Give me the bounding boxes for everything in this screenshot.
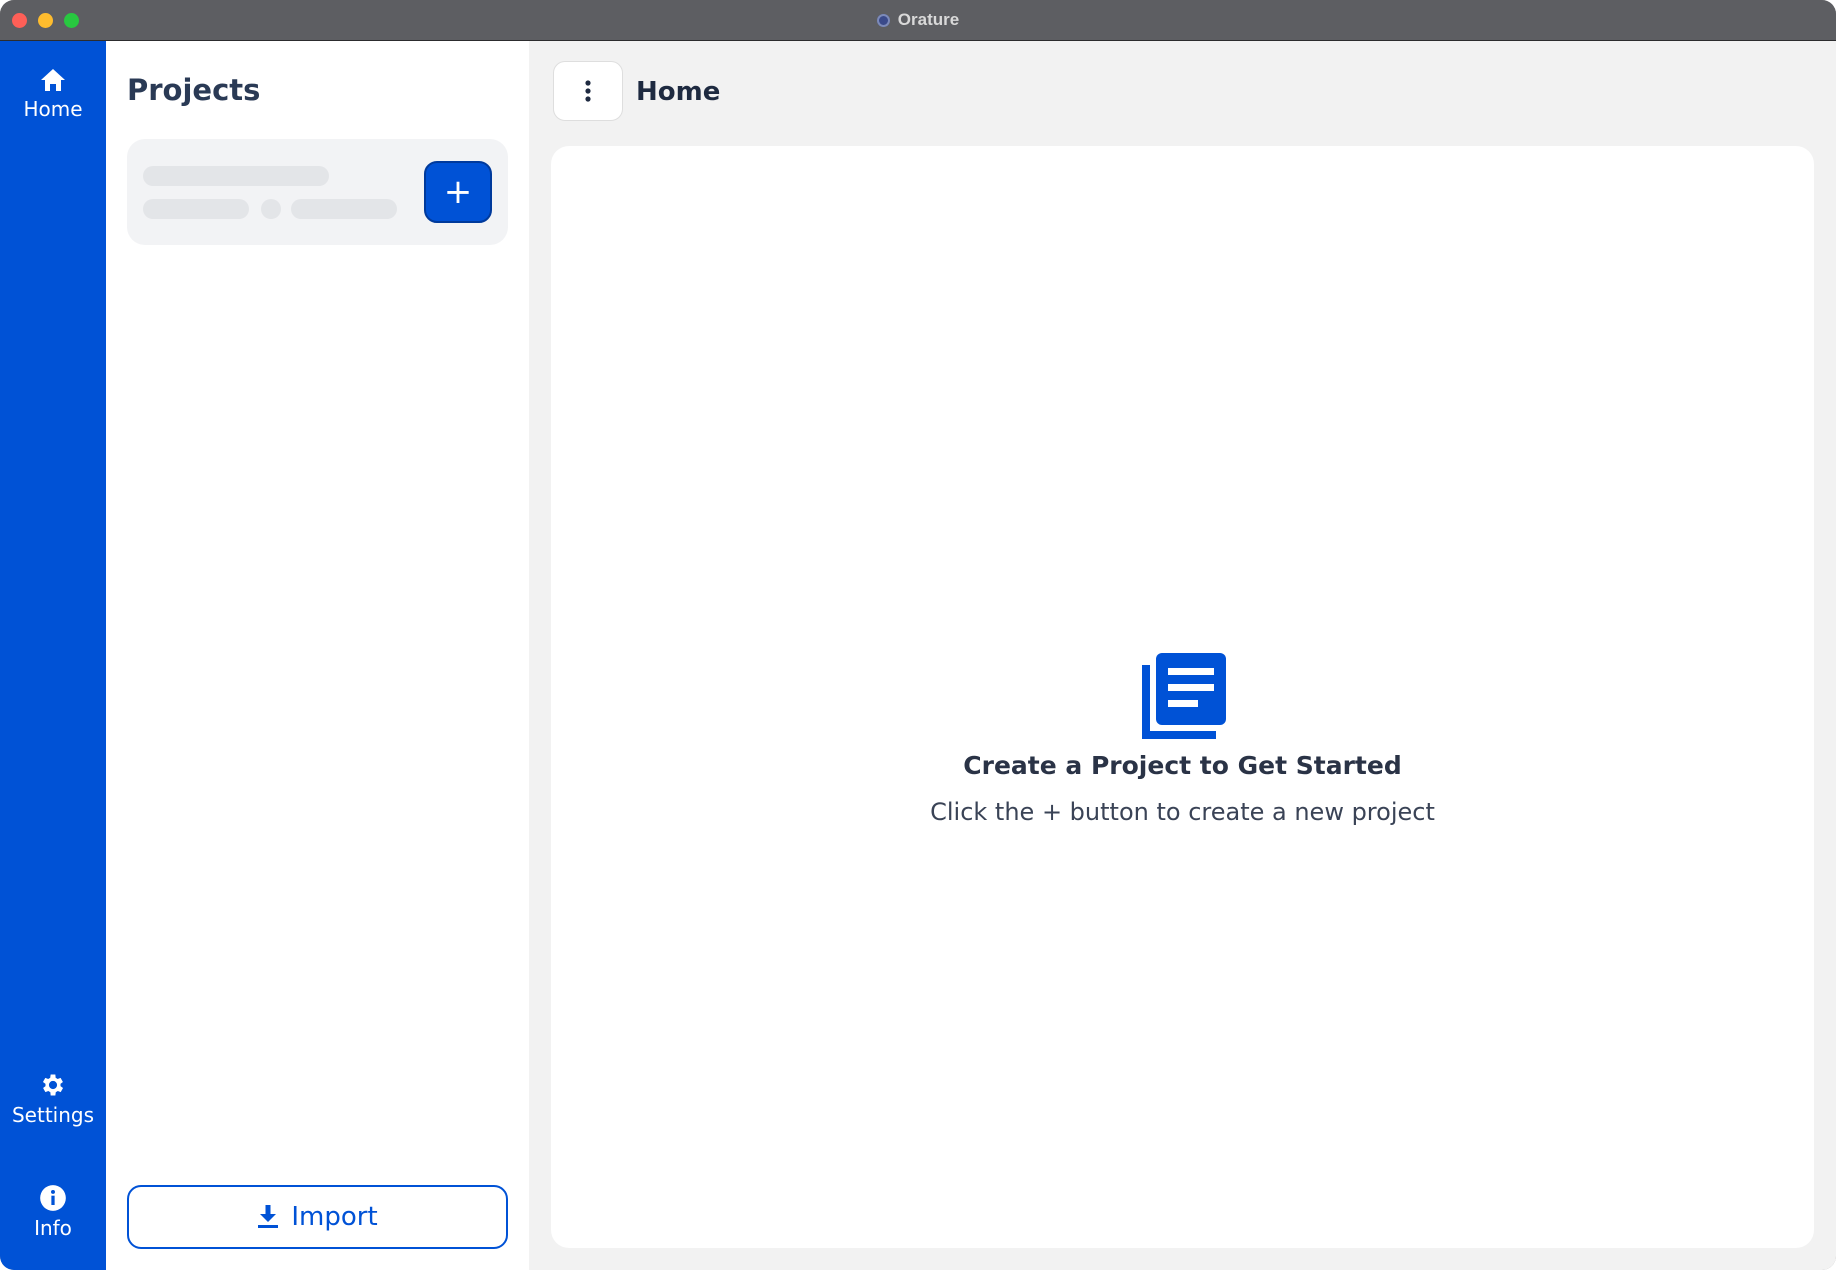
nav-home-label: Home (23, 97, 83, 121)
skeleton-dot (261, 199, 281, 219)
navigation-rail: Home Settings Info (0, 41, 106, 1270)
download-icon (258, 1205, 279, 1228)
import-button[interactable]: Import (127, 1185, 508, 1249)
title-bar: Orature (0, 0, 1836, 41)
home-icon (41, 69, 65, 91)
content-card: Create a Project to Get Started Click th… (551, 146, 1814, 1248)
more-menu-button[interactable] (553, 61, 623, 121)
add-project-button[interactable]: + (424, 161, 492, 223)
page-title: Home (636, 77, 721, 107)
nav-settings[interactable]: Settings (0, 1071, 106, 1127)
skeleton-line (291, 199, 397, 219)
info-icon (40, 1185, 66, 1211)
window-title: Orature (897, 10, 960, 29)
main-area: Home Create a Project to Get Started Cli… (529, 41, 1836, 1270)
more-vertical-icon (585, 80, 591, 102)
empty-state-subtitle: Click the + button to create a new proje… (930, 798, 1435, 826)
projects-title: Projects (127, 73, 261, 107)
nav-info[interactable]: Info (0, 1184, 106, 1240)
empty-state: Create a Project to Get Started Click th… (551, 651, 1814, 826)
nav-home[interactable]: Home (0, 67, 106, 121)
import-label: Import (291, 1202, 378, 1232)
nav-settings-label: Settings (11, 1103, 95, 1127)
nav-info-label: Info (34, 1216, 72, 1240)
app-logo-icon (876, 13, 890, 27)
gear-icon (42, 1074, 64, 1096)
window-title-area: Orature (0, 0, 1836, 40)
add-project-label: + (443, 172, 473, 212)
book-stack-icon (1141, 653, 1226, 739)
project-placeholder-card: + (127, 139, 508, 245)
skeleton-line (143, 166, 329, 186)
app-window: Orature Home Settings Info Projects + Im… (0, 0, 1836, 1270)
skeleton-line (143, 199, 249, 219)
empty-state-title: Create a Project to Get Started (963, 751, 1402, 780)
projects-panel: Projects + Import (106, 41, 529, 1270)
